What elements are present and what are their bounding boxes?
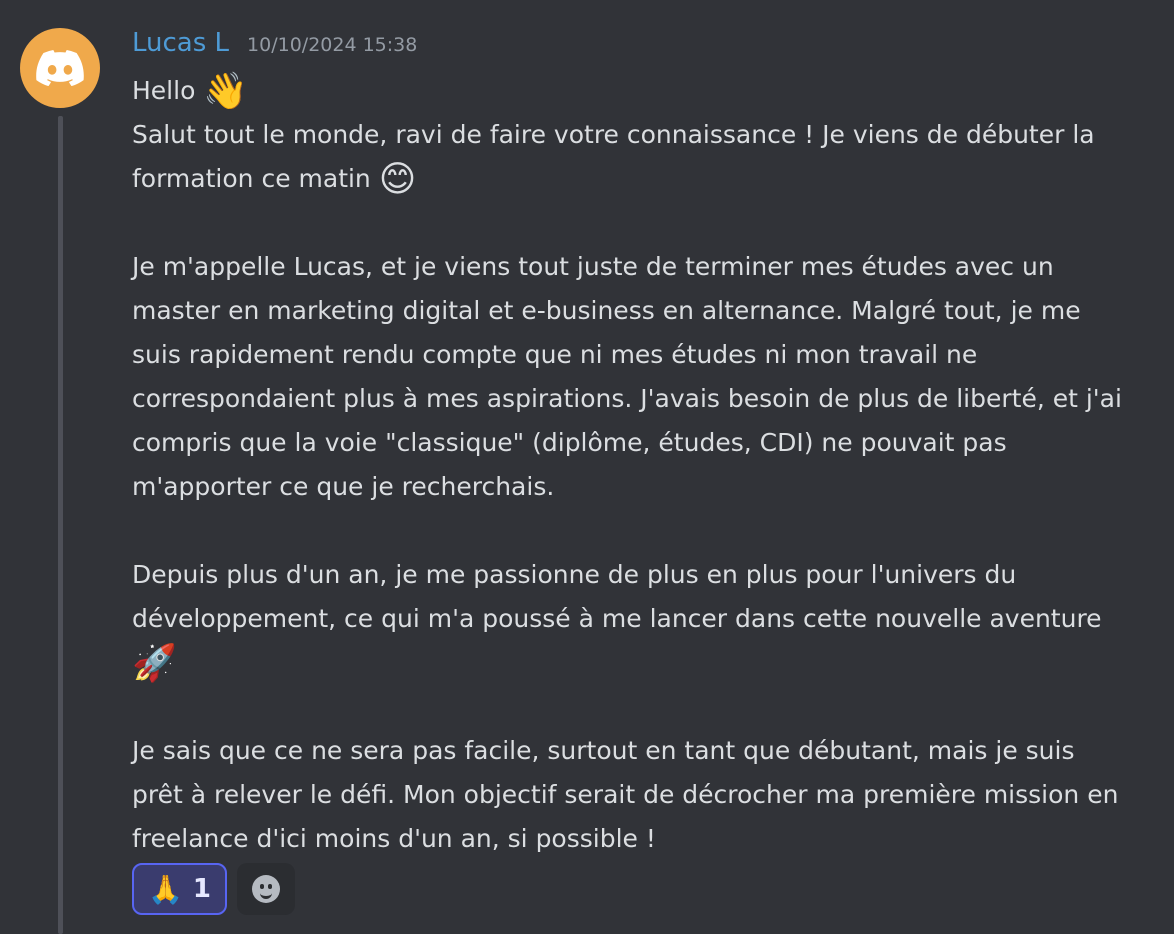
smiling-face-emoji-icon: 😊 [378, 159, 417, 200]
reactions-bar: 🙏 1 [132, 863, 295, 915]
message-content: Hello 👋 Salut tout le monde, ravi de fai… [132, 69, 1122, 861]
message-paragraph: Je sais que ce ne sera pas facile, surto… [132, 736, 1119, 853]
message-text: Depuis plus d'un an, je me passionne de … [132, 560, 1102, 633]
message-paragraph: Je m'appelle Lucas, et je viens tout jus… [132, 252, 1122, 501]
rocket-emoji-icon: 🚀 [132, 643, 177, 684]
message-line: Salut tout le monde, ravi de faire votre… [132, 113, 1122, 201]
reaction-count: 1 [192, 874, 211, 904]
add-reaction-button[interactable] [236, 863, 295, 915]
thread-line [58, 116, 63, 934]
folded-hands-emoji-icon: 🙏 [148, 872, 183, 906]
reaction-pray[interactable]: 🙏 1 [132, 863, 227, 915]
smiley-add-reaction-icon [251, 875, 280, 903]
message-text: Salut tout le monde, ravi de faire votre… [132, 120, 1095, 193]
username[interactable]: Lucas L [132, 28, 229, 58]
message-text: Hello [132, 76, 196, 105]
message-line: Hello 👋 [132, 69, 1122, 113]
waving-hand-emoji-icon: 👋 [203, 71, 249, 112]
message-header: Lucas L 10/10/2024 15:38 [132, 28, 417, 66]
discord-logo-icon [36, 50, 84, 86]
avatar[interactable] [20, 28, 100, 108]
message-line: Depuis plus d'un an, je me passionne de … [132, 553, 1122, 685]
timestamp: 10/10/2024 15:38 [247, 34, 418, 56]
